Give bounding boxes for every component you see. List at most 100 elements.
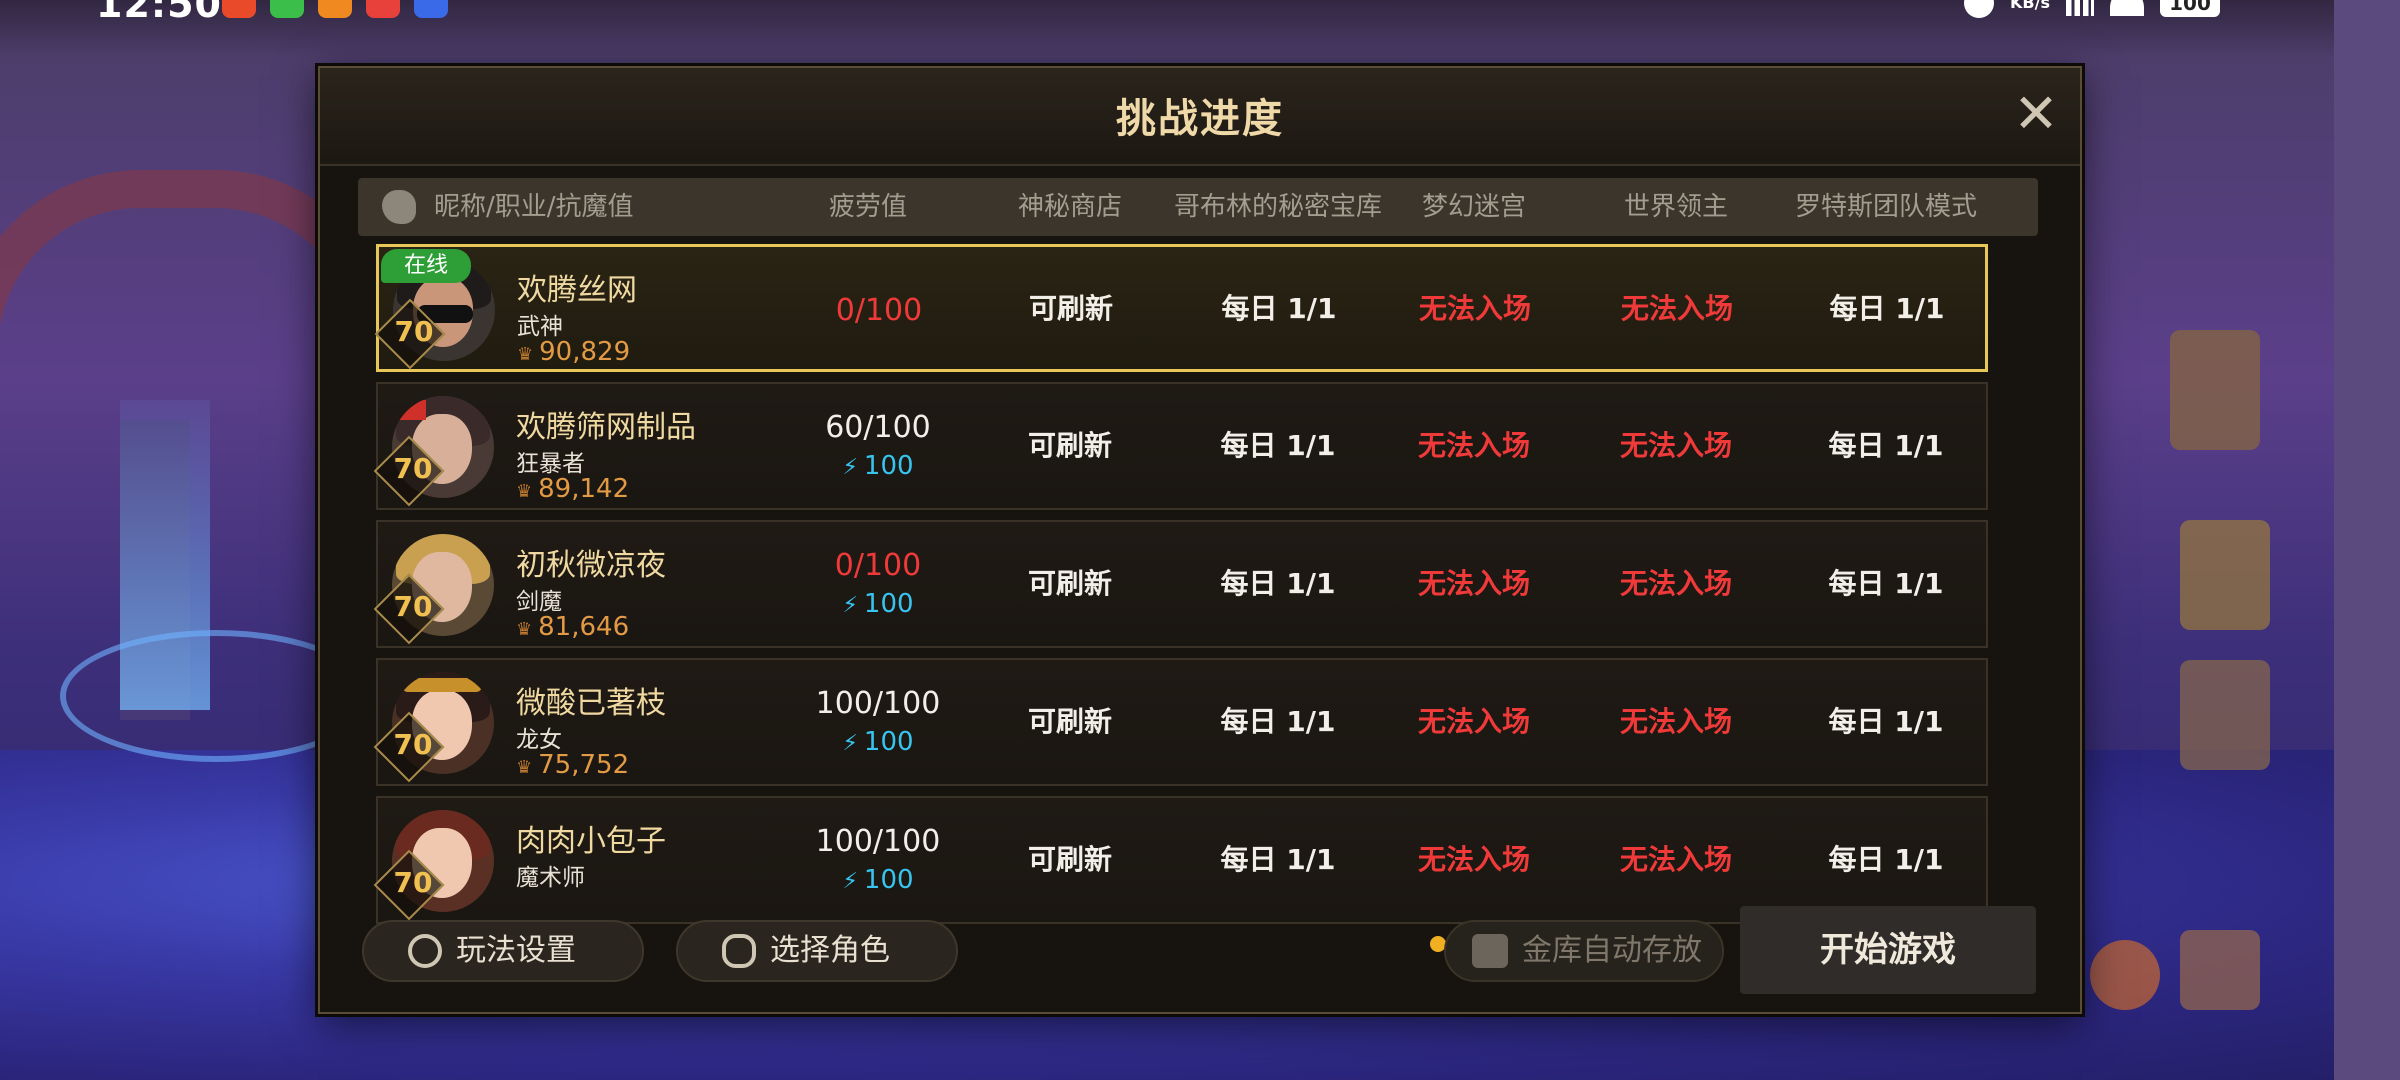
character-name: 初秋微凉夜 xyxy=(516,548,666,583)
fatigue-cell: 0/100 xyxy=(779,293,979,328)
column-header-fatigue: 疲劳值 xyxy=(828,192,907,222)
fatigue-bonus-value: 100 xyxy=(863,589,914,619)
power-icon: ♛ xyxy=(517,344,534,365)
background-side-icon xyxy=(2170,330,2260,450)
column-header-lotus: 罗特斯团队模式 xyxy=(1794,192,1977,222)
character-head-icon xyxy=(722,934,756,968)
world-boss-cell: 无法入场 xyxy=(1620,292,1733,325)
maze-cell: 无法入场 xyxy=(1417,567,1530,600)
power-icon: ♛ xyxy=(516,619,533,640)
level-text: 70 xyxy=(393,590,433,623)
goblin-cell: 每日 1/1 xyxy=(1221,292,1337,325)
flag-icon xyxy=(398,400,426,420)
character-power: ♛ 81,646 xyxy=(516,612,629,642)
background-bottom-icon xyxy=(2180,930,2260,1010)
lotus-cell: 每日 1/1 xyxy=(1828,567,1944,600)
power-value: 89,142 xyxy=(538,474,630,504)
start-game-button[interactable]: 开始游戏 xyxy=(1740,906,2036,994)
character-name: 肉肉小包子 xyxy=(516,824,666,859)
wifi-icon xyxy=(2110,0,2144,16)
power-icon: ♛ xyxy=(516,481,533,502)
character-class: 剑魔 xyxy=(516,589,562,615)
headdress-icon xyxy=(402,678,482,692)
level-text: 70 xyxy=(393,452,433,485)
table-header: 昵称/职业/抗魔值 疲劳值 神秘商店 哥布林的秘密宝库 梦幻迷宫 世界领主 罗特… xyxy=(358,178,2038,236)
notification-app-icon xyxy=(318,0,352,18)
character-row[interactable]: 70 初秋微凉夜 剑魔 ♛ 81,646 0/100 ⚡ 100 可刷新 每日 1/… xyxy=(373,520,1988,648)
shop-cell: 可刷新 xyxy=(1028,292,1113,325)
character-power: ♛ 75,752 xyxy=(516,750,629,780)
select-character-button[interactable]: 选择角色 xyxy=(676,920,958,982)
fatigue-value: 100/100 xyxy=(815,686,941,721)
system-nav-bar xyxy=(2334,0,2400,1080)
character-row[interactable]: 70 肉肉小包子 魔术师 100/100 ⚡ 100 可刷新 每日 1/1 无法入… xyxy=(373,796,1988,924)
character-row[interactable]: 在线 70 欢腾丝网 武神 ♛ 90,829 0/100 可刷新 每日 1/1 无… xyxy=(374,244,1988,372)
network-speed: KB/s xyxy=(2010,0,2050,11)
lightning-icon: ⚡ xyxy=(842,869,858,894)
goblin-cell: 每日 1/1 xyxy=(1220,429,1336,462)
fatigue-bonus: ⚡ 100 xyxy=(778,451,978,481)
close-icon[interactable]: ✕ xyxy=(2010,87,2062,142)
fatigue-value: 60/100 xyxy=(825,410,931,445)
column-header-goblin: 哥布林的秘密宝库 xyxy=(1173,192,1382,222)
power-value: 90,829 xyxy=(539,337,631,367)
character-list: 在线 70 欢腾丝网 武神 ♛ 90,829 0/100 可刷新 每日 1/1 无… xyxy=(358,244,2038,952)
character-name: 欢腾丝网 xyxy=(517,273,637,308)
column-header-maze: 梦幻迷宫 xyxy=(1421,192,1526,222)
lotus-cell: 每日 1/1 xyxy=(1828,705,1944,738)
notification-app-icon xyxy=(366,0,400,18)
fatigue-bonus: ⚡ 100 xyxy=(778,865,978,895)
vault-auto-store-label: 金库自动存放 xyxy=(1522,933,1702,968)
lotus-cell: 每日 1/1 xyxy=(1829,292,1945,325)
background-side-icon xyxy=(2180,660,2270,770)
world-boss-cell: 无法入场 xyxy=(1619,429,1732,462)
fatigue-bonus-value: 100 xyxy=(863,451,914,481)
background-bottom-icon xyxy=(2090,940,2160,1010)
character-head-icon xyxy=(382,190,416,224)
character-row[interactable]: 70 欢腾筛网制品 狂暴者 ♛ 89,142 60/100 ⚡ 100 可刷新 每日… xyxy=(373,382,1988,510)
world-boss-cell: 无法入场 xyxy=(1619,705,1732,738)
character-class: 狂暴者 xyxy=(516,451,585,477)
shop-cell: 可刷新 xyxy=(1027,567,1112,600)
fatigue-value: 0/100 xyxy=(834,548,922,583)
maze-cell: 无法入场 xyxy=(1417,429,1530,462)
character-power: ♛ 90,829 xyxy=(517,337,630,367)
dialog-title: 挑战进度 xyxy=(1116,96,1284,142)
gameplay-settings-label: 玩法设置 xyxy=(456,933,576,968)
battery-indicator: 100 xyxy=(2160,0,2220,17)
signal-icon xyxy=(2066,0,2094,16)
fatigue-cell: 100/100 ⚡ 100 xyxy=(778,824,978,895)
fatigue-value: 100/100 xyxy=(815,824,941,859)
character-class: 武神 xyxy=(517,314,563,340)
notification-app-icon xyxy=(414,0,448,18)
fatigue-bonus-value: 100 xyxy=(863,727,914,757)
vault-auto-store-button[interactable]: 金库自动存放 xyxy=(1444,920,1724,982)
world-boss-cell: 无法入场 xyxy=(1619,843,1732,876)
alarm-icon xyxy=(1964,0,1995,18)
gameplay-settings-button[interactable]: 玩法设置 xyxy=(362,920,644,982)
status-right: KB/s 100 xyxy=(1964,0,2220,18)
character-name: 欢腾筛网制品 xyxy=(516,410,696,445)
fatigue-bonus: ⚡ 100 xyxy=(778,589,978,619)
gear-icon xyxy=(408,934,442,968)
power-value: 81,646 xyxy=(538,612,630,642)
shop-cell: 可刷新 xyxy=(1027,705,1112,738)
notification-app-icon xyxy=(270,0,304,18)
power-value: 75,752 xyxy=(538,750,630,780)
notification-app-icon xyxy=(222,0,256,18)
status-time: 12:50 xyxy=(96,0,222,26)
shop-cell: 可刷新 xyxy=(1027,429,1112,462)
character-row[interactable]: 70 微酸已著枝 龙女 ♛ 75,752 100/100 ⚡ 100 可刷新 每日 … xyxy=(373,658,1988,786)
level-text: 70 xyxy=(393,866,433,899)
maze-cell: 无法入场 xyxy=(1418,292,1531,325)
level-text: 70 xyxy=(394,315,434,348)
fatigue-value: 0/100 xyxy=(835,293,923,328)
maze-cell: 无法入场 xyxy=(1417,705,1530,738)
fatigue-cell: 60/100 ⚡ 100 xyxy=(778,410,978,481)
fatigue-bonus: ⚡ 100 xyxy=(778,727,978,757)
challenge-progress-dialog: 挑战进度 ✕ 昵称/职业/抗魔值 疲劳值 神秘商店 哥布林的秘密宝库 梦幻迷宫 … xyxy=(318,66,2082,1014)
status-app-icons xyxy=(222,0,448,18)
vault-icon xyxy=(1472,934,1508,968)
dialog-title-bar: 挑战进度 ✕ xyxy=(320,68,2080,166)
lightning-icon: ⚡ xyxy=(842,731,858,756)
